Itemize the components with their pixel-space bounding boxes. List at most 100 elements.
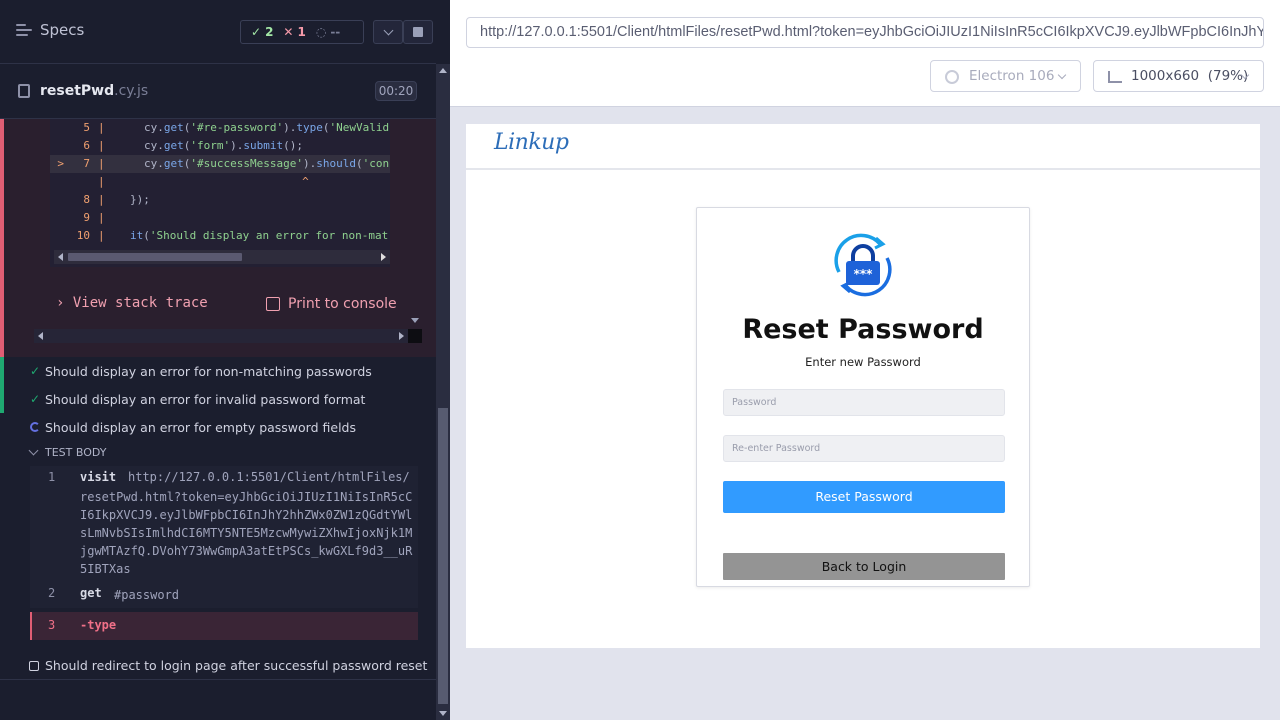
code-text: cy.get('form').submit(); <box>144 139 303 152</box>
spinner-icon <box>30 422 40 432</box>
code-text: ^ <box>130 175 309 188</box>
gutter-bar: | <box>98 139 105 152</box>
status-accent <box>0 385 4 413</box>
circle-notch-icon: ◌ <box>315 25 327 39</box>
page-subtitle: Enter new Password <box>805 355 921 369</box>
scroll-thumb[interactable] <box>438 408 448 704</box>
command-name: get <box>80 586 102 600</box>
url-bar[interactable]: http://127.0.0.1:5501/Client/htmlFiles/r… <box>466 17 1264 48</box>
reenter-password-input[interactable] <box>723 435 1005 462</box>
code-line: 10 | it('Should display an error for non-m… <box>50 227 390 245</box>
duration-badge: 00:20 <box>375 81 417 101</box>
spec-file-name[interactable]: resetPwd.cy.js <box>40 83 148 99</box>
scroll-down-icon <box>439 711 447 716</box>
reset-password-card: *** Reset Password Enter new Password Re… <box>696 207 1030 587</box>
menu-icon <box>16 24 32 36</box>
scroll-right-icon <box>381 253 386 261</box>
error-horizontal-scrollbar[interactable] <box>34 329 408 343</box>
file-icon <box>18 84 30 98</box>
command-log: 1 visit http://127.0.0.1:5501/Client/htm… <box>30 466 418 640</box>
print-to-console-button[interactable]: Print to console <box>266 296 397 312</box>
command-message: http://127.0.0.1:5501/Client/htmlFiles/ <box>128 470 410 484</box>
test-body-toggle[interactable]: TEST BODY <box>28 445 106 459</box>
status-accent <box>0 357 4 385</box>
command-get[interactable]: 2 get #password <box>30 580 418 608</box>
chevron-right-icon: › <box>56 295 65 311</box>
error-vertical-scrollbar[interactable] <box>408 119 422 327</box>
page-title: Reset Password <box>742 314 984 345</box>
check-icon: ✓ <box>30 392 41 406</box>
gutter-bar: | <box>98 121 105 134</box>
scroll-right-icon <box>399 332 404 340</box>
line-number: 6 <box>83 139 90 152</box>
check-icon: ✓ <box>251 25 262 39</box>
ruler-icon <box>1108 71 1122 83</box>
code-line: 9 | <box>50 209 390 227</box>
svg-text:***: *** <box>854 267 874 281</box>
code-text: it('Should display an error for non-mat <box>130 229 389 242</box>
code-text: cy.get('#re-password').type('NewValid <box>144 121 390 134</box>
gutter-bar: | <box>98 193 105 206</box>
collapse-toggle-button[interactable] <box>373 20 403 44</box>
code-line: 8 |}); <box>50 191 390 209</box>
command-message: resetPwd.html?token=eyJhbGciOiJIUzI1NiIs… <box>80 490 413 576</box>
line-number: 10 <box>76 229 90 242</box>
stop-icon <box>413 27 423 37</box>
electron-icon <box>945 70 959 84</box>
password-input[interactable] <box>723 389 1005 416</box>
browser-selector[interactable]: Electron 106 <box>930 60 1081 92</box>
view-stack-trace-link[interactable]: › View stack trace <box>56 295 208 311</box>
code-text: }); <box>130 193 150 206</box>
reset-password-button[interactable]: Reset Password <box>723 481 1005 513</box>
back-to-login-button[interactable]: Back to Login <box>723 553 1005 580</box>
brand-logo[interactable]: Linkup <box>494 130 569 155</box>
code-frame: 5 | cy.get('#re-password').type('NewValid 6… <box>50 119 390 267</box>
reporter-panel: Specs ✓ 2 ✕ 1 ◌ -- resetPwd.cy.js 00:20 5 | c… <box>0 0 450 720</box>
lock-refresh-icon: *** <box>830 232 896 298</box>
code-line: >7 | cy.get('#successMessage').should('con <box>50 155 390 173</box>
specs-title: Specs <box>40 21 85 39</box>
gutter-bar: | <box>98 211 105 224</box>
line-number: 8 <box>83 193 90 206</box>
command-name: visit <box>80 470 117 484</box>
gutter-bar: | <box>98 229 105 242</box>
scroll-left-icon <box>38 332 43 340</box>
app-iframe: Linkup *** Reset Password Enter new Pass… <box>466 124 1260 648</box>
test-title: Should display an error for non-matching… <box>45 363 372 379</box>
command-visit[interactable]: 1 visit http://127.0.0.1:5501/Client/htm… <box>30 466 418 580</box>
code-line: 5 | cy.get('#re-password').type('NewValid <box>50 119 390 137</box>
stop-button[interactable] <box>403 20 433 44</box>
code-text: cy.get('#successMessage').should('con <box>144 157 390 170</box>
pending-count: ◌ -- <box>315 25 341 39</box>
command-type-failed[interactable]: 3 -type <box>30 612 418 640</box>
error-panel: 5 | cy.get('#re-password').type('NewValid 6… <box>0 119 436 357</box>
scroll-left-icon <box>58 253 63 261</box>
test-title: Should redirect to login page after succ… <box>45 658 428 673</box>
scrollbar-corner <box>408 329 422 343</box>
scroll-thumb[interactable] <box>68 253 242 261</box>
line-number: 5 <box>83 121 90 134</box>
gutter-bar: | <box>98 175 105 188</box>
site-navbar: Linkup <box>466 124 1260 170</box>
failed-count: ✕ 1 <box>283 25 306 39</box>
gutter-bar: | <box>98 157 105 170</box>
chevron-down-icon <box>383 25 393 35</box>
test-item-running[interactable]: Should display an error for empty passwo… <box>0 413 436 441</box>
test-title: Should display an error for invalid pass… <box>45 391 366 407</box>
test-title: Should display an error for empty passwo… <box>45 419 356 435</box>
viewport-selector[interactable]: 1000x660 (79%) <box>1093 60 1264 92</box>
reporter-scrollbar[interactable] <box>436 64 450 720</box>
test-item[interactable]: ✓ Should display an error for non-matchi… <box>0 357 436 385</box>
passed-count: ✓ 2 <box>251 25 274 39</box>
chevron-down-icon <box>28 445 39 456</box>
test-item-pending[interactable]: Should redirect to login page after succ… <box>0 652 436 680</box>
test-item[interactable]: ✓ Should display an error for invalid pa… <box>0 385 436 413</box>
command-number: 1 <box>48 470 56 484</box>
specs-link[interactable]: Specs <box>16 21 84 39</box>
scroll-up-icon <box>439 68 447 73</box>
check-icon: ✓ <box>30 364 41 378</box>
spec-file-header: resetPwd.cy.js 00:20 <box>0 64 436 119</box>
chevron-down-icon <box>1057 70 1067 80</box>
code-frame-scrollbar[interactable] <box>54 250 390 264</box>
pending-square-icon <box>29 661 39 671</box>
